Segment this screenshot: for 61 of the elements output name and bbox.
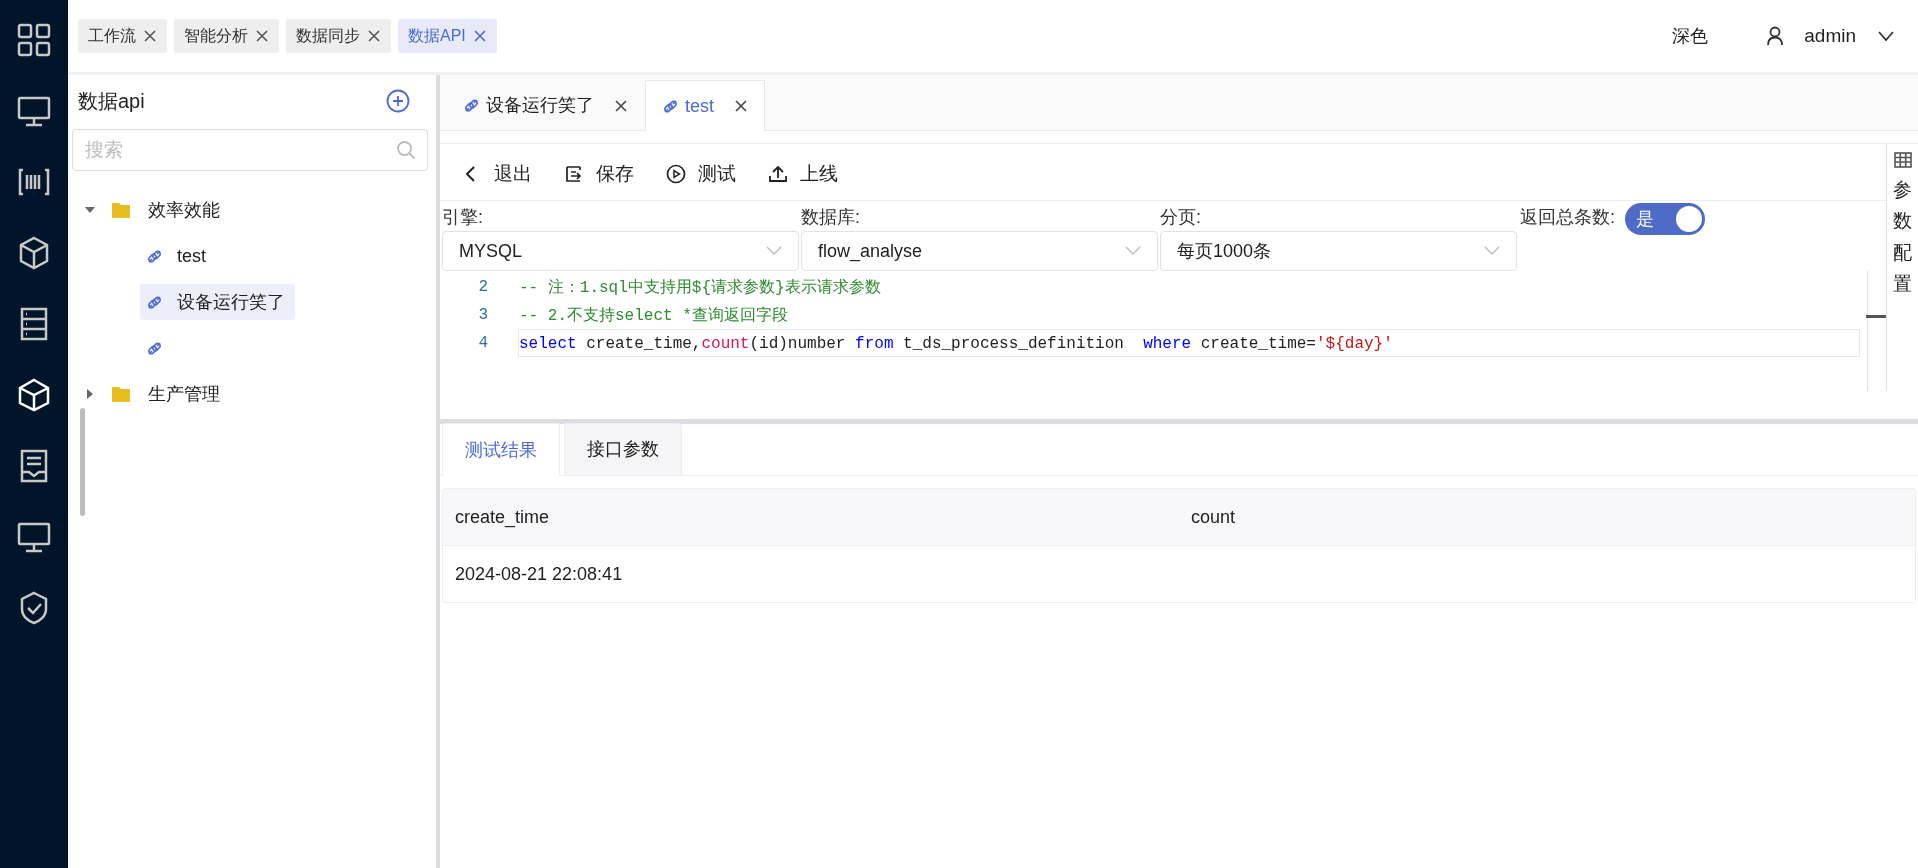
tree-item[interactable]: 效率效能 xyxy=(144,193,224,227)
toolbar-button[interactable]: 保存 xyxy=(564,159,634,189)
field-label: 引擎: xyxy=(442,206,484,229)
table-icon[interactable] xyxy=(1893,152,1912,168)
tree-item[interactable]: test xyxy=(140,238,216,274)
panel-title: 数据api xyxy=(78,89,145,114)
toolbar-button[interactable]: 测试 xyxy=(666,159,736,189)
cube-icon[interactable] xyxy=(16,377,52,413)
tree-item[interactable]: 设备运行笑了 xyxy=(140,284,295,320)
close-icon[interactable] xyxy=(255,29,269,43)
link-icon xyxy=(146,247,163,265)
chevron-down-icon[interactable] xyxy=(1878,31,1894,41)
code-line: -- 2.不支持select *查询返回字段 xyxy=(518,305,789,327)
link-icon xyxy=(463,97,480,114)
result-tab[interactable]: 测试结果 xyxy=(442,423,560,476)
link-icon xyxy=(146,293,163,311)
user-name[interactable]: admin xyxy=(1804,21,1856,51)
search-field[interactable]: 搜索 xyxy=(72,129,428,171)
folder-icon xyxy=(111,384,131,404)
close-icon[interactable] xyxy=(367,29,381,43)
add-icon[interactable] xyxy=(386,89,410,113)
folder-icon xyxy=(111,200,131,220)
link-icon xyxy=(662,97,679,115)
line-number: 3 xyxy=(477,305,488,326)
line-number: 2 xyxy=(477,277,488,298)
code-line: -- 注：1.sql中支持用${请求参数}表示请求参数 xyxy=(518,277,882,299)
tab-tag[interactable]: 数据同步 xyxy=(286,19,391,53)
tree-item[interactable]: 生产管理 xyxy=(144,377,224,411)
upload-icon xyxy=(768,164,788,184)
field-label: 分页: xyxy=(1160,206,1202,229)
toolbar-button[interactable]: 上线 xyxy=(768,159,838,189)
chevron-down-icon xyxy=(766,246,782,256)
chevron-down-icon xyxy=(1484,246,1500,256)
chevron-down-icon xyxy=(1125,246,1141,256)
table-cell-text: 2024-08-21 22:08:41 xyxy=(454,562,624,586)
field-label: 返回总条数: xyxy=(1520,206,1615,229)
tab-tag[interactable]: 工作流 xyxy=(78,19,167,53)
link-icon xyxy=(146,339,163,357)
grid-icon[interactable] xyxy=(16,22,52,58)
play-icon xyxy=(666,164,686,184)
close-icon[interactable] xyxy=(143,29,157,43)
tab-tag[interactable]: 数据API xyxy=(398,19,497,53)
select-field[interactable]: MYSQL xyxy=(442,231,799,271)
select-field[interactable]: flow_analyse xyxy=(801,231,1158,271)
close-icon[interactable] xyxy=(614,98,628,113)
close-icon[interactable] xyxy=(734,99,748,113)
select-field[interactable]: 每页1000条 xyxy=(1160,231,1517,271)
tab-tag[interactable]: 智能分析 xyxy=(174,19,279,53)
column-header: count xyxy=(1190,505,1237,529)
toggle-switch[interactable]: 是 xyxy=(1625,203,1705,235)
editor-tab[interactable]: test xyxy=(645,80,765,131)
save-icon xyxy=(564,164,584,184)
line-number: 4 xyxy=(477,333,488,354)
side-panel-tab[interactable]: 参数配置 xyxy=(1893,174,1912,300)
column-header: create_time xyxy=(454,505,551,530)
toolbar-button[interactable]: 退出 xyxy=(462,159,532,189)
theme-toggle[interactable]: 深色 xyxy=(1672,22,1709,50)
close-icon[interactable] xyxy=(472,29,487,43)
field-label: 数据库: xyxy=(801,206,861,229)
user-icon xyxy=(1766,26,1785,46)
result-tab[interactable]: 接口参数 xyxy=(564,423,682,475)
